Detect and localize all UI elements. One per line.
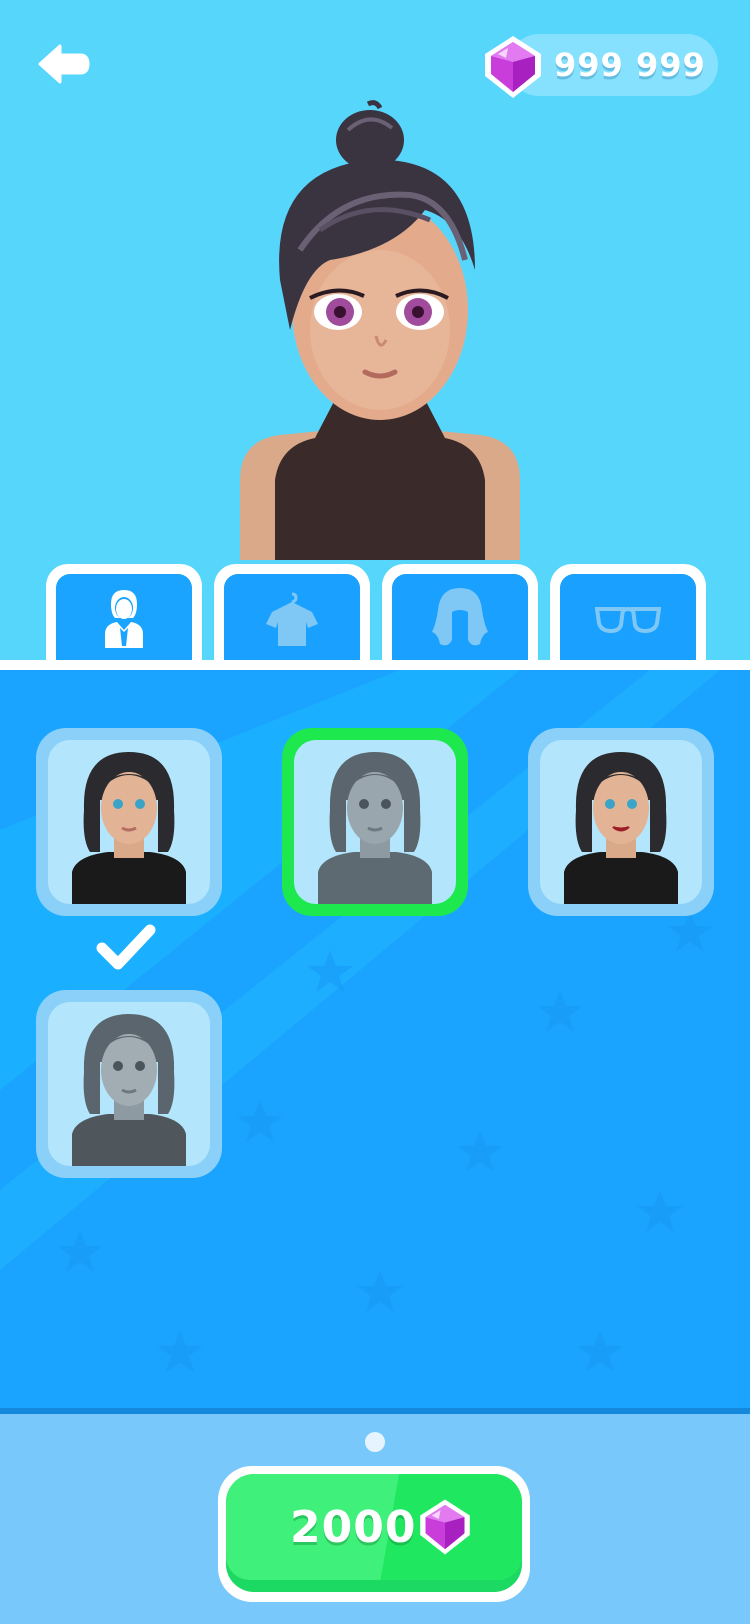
category-tabs [0,560,750,670]
buy-button-face: 2000 [226,1474,522,1592]
portrait-natural-blue-eyes [48,740,210,904]
diamond-icon [420,1499,470,1555]
tab-body[interactable] [46,564,202,664]
portrait-grey-locked [294,740,456,904]
tab-glasses-inner [560,574,696,664]
buy-button[interactable]: 2000 [218,1466,530,1602]
checkmark-icon [96,924,156,970]
tab-divider [0,660,750,670]
buy-price: 2000 [290,1502,417,1553]
character-preview [240,100,520,560]
hair-icon [432,588,488,646]
person-icon [105,590,143,648]
tab-clothes[interactable] [214,564,370,664]
portrait-face [72,1014,186,1166]
portrait-natural-red-lips [540,740,702,904]
item-card-4[interactable] [36,990,222,1178]
tab-clothes-inner [224,574,360,664]
portrait-grey-locked [48,1002,210,1166]
back-button[interactable] [36,40,92,88]
gem-counter: 999 999 [478,32,718,98]
tab-hair[interactable] [382,564,538,664]
diamond-icon [485,36,541,98]
portrait-face [72,752,186,904]
tab-glasses[interactable] [550,564,706,664]
page-dot [365,1432,385,1452]
tab-body-inner [56,574,192,664]
item-card-1[interactable] [36,728,222,916]
back-arrow-icon [38,44,90,84]
portrait-face [318,752,432,904]
gem-amount: 999 999 [554,46,706,84]
portrait-face [564,752,678,904]
shirt-icon [266,592,318,646]
tab-hair-inner [392,574,528,664]
item-card-2[interactable] [282,728,468,916]
item-card-3[interactable] [528,728,714,916]
item-panel [0,670,750,1410]
glasses-icon [595,607,661,634]
